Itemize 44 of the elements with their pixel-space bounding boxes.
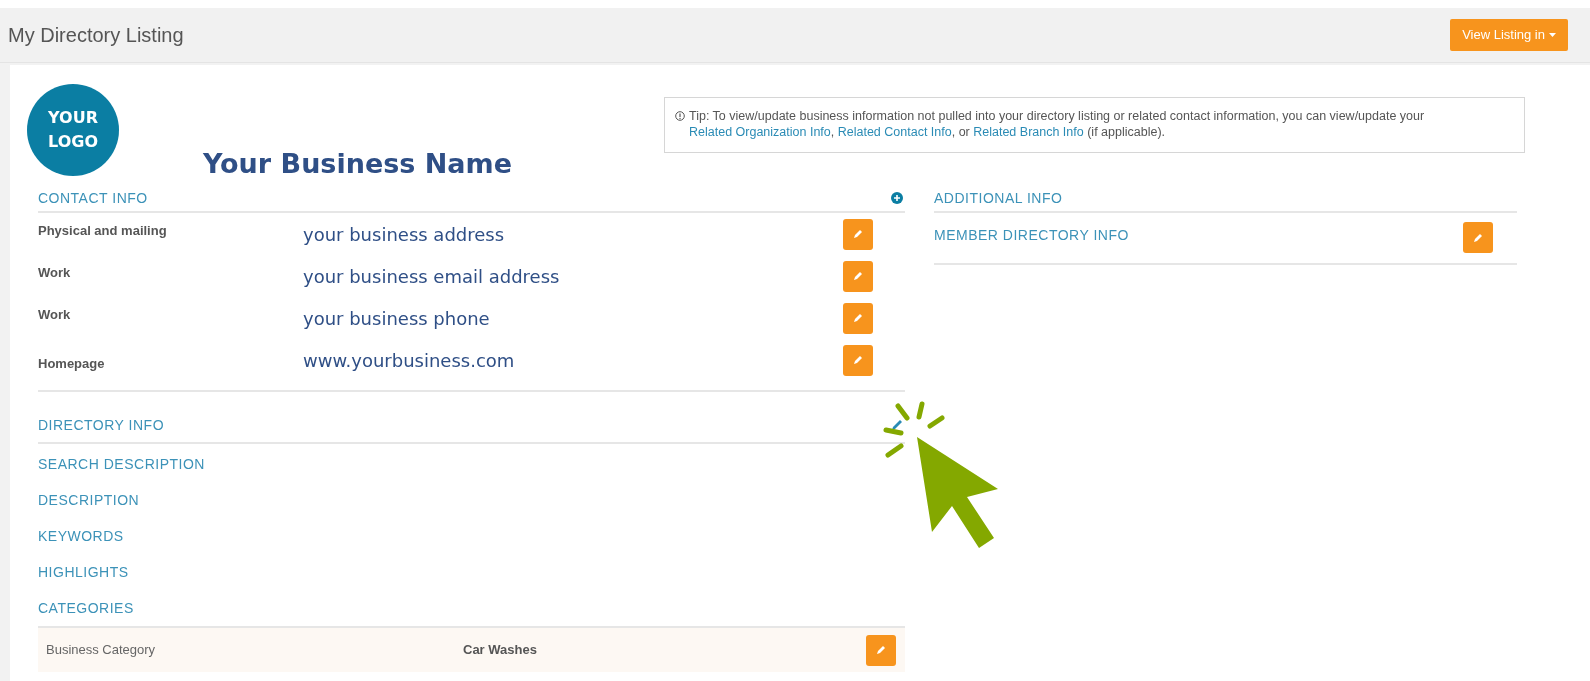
field-value: your business email address bbox=[303, 264, 561, 289]
related-info-link[interactable]: Related Contact Info bbox=[837, 125, 952, 139]
pencil-icon bbox=[853, 355, 863, 365]
edit-button[interactable] bbox=[843, 260, 873, 292]
pencil-icon bbox=[1473, 232, 1483, 243]
logo-text: YOUR bbox=[48, 107, 98, 129]
field-value: your business phone bbox=[303, 306, 491, 331]
field-value: www.yourbusiness.com bbox=[303, 348, 516, 373]
edit-button[interactable] bbox=[843, 302, 873, 334]
subsection-heading: SEARCH DESCRIPTION bbox=[38, 454, 205, 474]
related-info-link[interactable]: Related Branch Info bbox=[973, 125, 1084, 139]
field-label: Work bbox=[38, 264, 72, 283]
field-label: Physical and mailing bbox=[38, 222, 168, 241]
pencil-icon bbox=[853, 271, 863, 281]
subsection-heading: MEMBER DIRECTORY INFO bbox=[934, 226, 1129, 245]
tip-text: Tip: To view/update business information not pulled into your directory listing or related contact information, you can view/update your Related Organization Info, Related Contact Info, or Related Branch Info (if applicable). bbox=[689, 108, 1426, 141]
caret-icon bbox=[1549, 33, 1556, 37]
pencil-icon bbox=[853, 313, 863, 323]
section-heading: ADDITIONAL INFO bbox=[934, 188, 1063, 208]
field-label: Homepage bbox=[38, 355, 106, 374]
category-value: Car Washes bbox=[463, 641, 538, 660]
edit-button[interactable] bbox=[866, 634, 896, 666]
subsection-heading: HIGHLIGHTS bbox=[38, 562, 129, 582]
related-info-link[interactable]: Related Organization Info bbox=[689, 125, 831, 139]
add-icon[interactable] bbox=[891, 192, 903, 204]
edit-icon[interactable] bbox=[890, 418, 904, 432]
subsection-heading: CATEGORIES bbox=[38, 598, 134, 618]
page-title: My Directory Listing bbox=[8, 23, 184, 48]
category-label: Business Category bbox=[46, 641, 157, 660]
business-name: Your Business Name bbox=[203, 146, 513, 181]
view-listing-button[interactable]: View Listing in bbox=[1450, 19, 1568, 51]
section-heading: CONTACT INFO bbox=[38, 188, 148, 208]
field-value: your business address bbox=[303, 222, 506, 247]
edit-button[interactable] bbox=[843, 218, 873, 250]
pencil-icon bbox=[853, 229, 863, 239]
section-heading: DIRECTORY INFO bbox=[38, 416, 165, 435]
edit-button[interactable] bbox=[1463, 222, 1493, 253]
subsection-heading: DESCRIPTION bbox=[38, 490, 140, 510]
field-label: Work bbox=[38, 306, 72, 325]
info-icon bbox=[675, 111, 685, 121]
edit-button[interactable] bbox=[843, 344, 873, 376]
subsection-heading: KEYWORDS bbox=[38, 526, 124, 546]
pencil-icon bbox=[876, 645, 886, 655]
logo-text: LOGO bbox=[48, 131, 98, 153]
